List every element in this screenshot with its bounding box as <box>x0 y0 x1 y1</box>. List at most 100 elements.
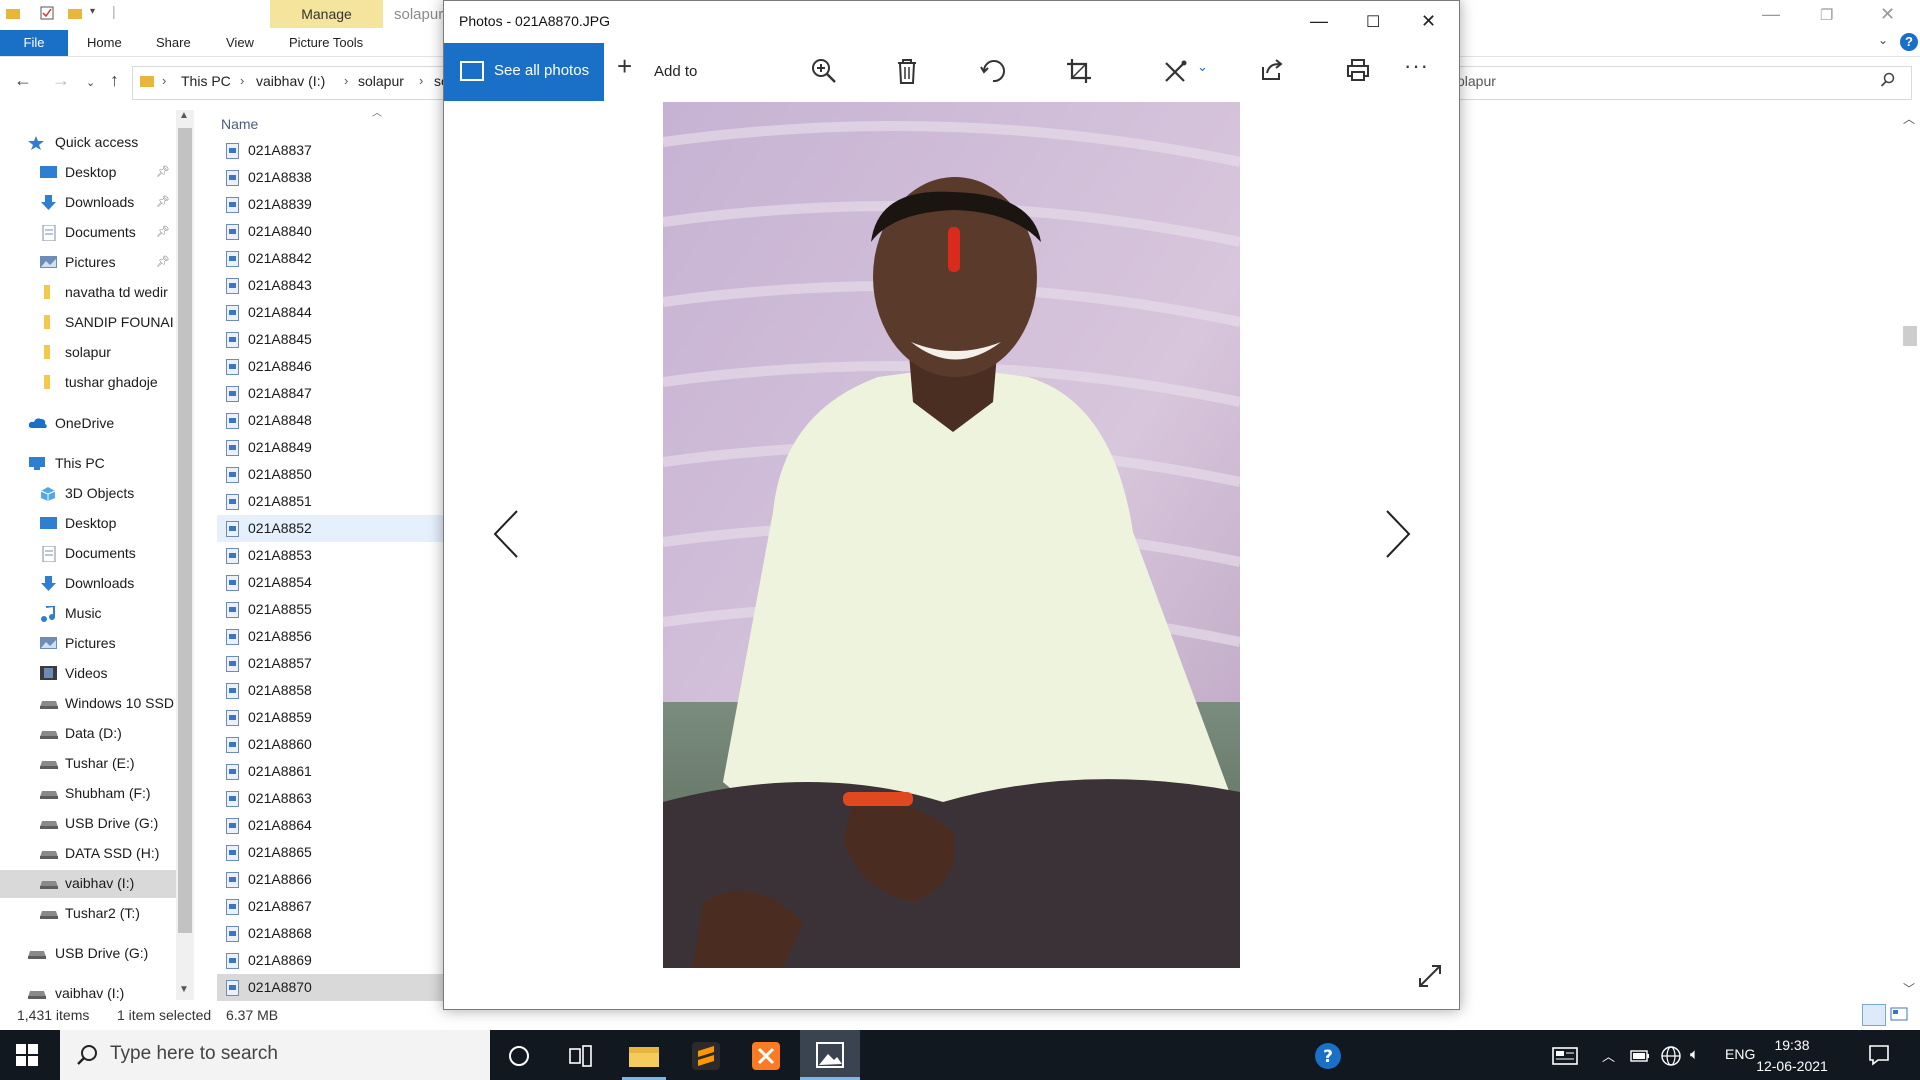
xampp-icon[interactable] <box>752 1042 780 1070</box>
nav-item[interactable]: Downloads <box>0 570 176 598</box>
file-row[interactable]: 021A8870 <box>217 974 443 1001</box>
add-to-button[interactable]: Add to <box>654 63 697 80</box>
delete-icon[interactable] <box>895 57 919 85</box>
file-row[interactable]: 021A8859 <box>217 704 443 731</box>
scroll-down-icon[interactable]: ▼ <box>179 984 189 995</box>
battery-icon[interactable] <box>1630 1049 1650 1063</box>
cortana-icon[interactable] <box>508 1045 530 1067</box>
edit-icon[interactable] <box>1162 57 1190 85</box>
print-icon[interactable] <box>1345 57 1371 83</box>
tab-share[interactable]: Share <box>156 35 191 50</box>
photo-viewer-image[interactable] <box>663 102 1240 968</box>
nav-item[interactable]: Music <box>0 600 176 628</box>
plus-icon[interactable]: + <box>617 51 632 82</box>
file-row[interactable]: 021A8865 <box>217 839 443 866</box>
breadcrumb-vaibhav[interactable]: vaibhav (I:) <box>256 73 325 89</box>
nav-item[interactable]: Desktop 📌︎ <box>0 159 176 187</box>
nav-item[interactable]: vaibhav (I:) <box>0 870 176 898</box>
tab-view[interactable]: View <box>226 35 254 50</box>
file-row[interactable]: 021A8867 <box>217 893 443 920</box>
nav-item[interactable]: Shubham (F:) <box>0 780 176 808</box>
minimize-icon[interactable]: — <box>1310 11 1328 32</box>
file-explorer-icon[interactable] <box>628 1043 660 1069</box>
up-arrow-icon[interactable]: ↑ <box>110 70 119 91</box>
nav-item[interactable]: navatha td wedir <box>0 279 176 307</box>
nav-item[interactable]: USB Drive (G:) <box>0 810 176 838</box>
chevron-down-icon[interactable]: ⌄ <box>1197 59 1208 75</box>
file-row[interactable]: 021A8845 <box>217 326 443 353</box>
file-row[interactable]: 021A8855 <box>217 596 443 623</box>
file-row[interactable]: 021A8866 <box>217 866 443 893</box>
nav-item[interactable]: vaibhav (I:) <box>0 980 176 1008</box>
breadcrumb-this-pc[interactable]: This PC <box>181 73 231 89</box>
nav-item[interactable]: Videos <box>0 660 176 688</box>
file-row[interactable]: 021A8846 <box>217 353 443 380</box>
content-scrollbar-thumb[interactable] <box>1903 326 1917 346</box>
file-row[interactable]: 021A8843 <box>217 272 443 299</box>
help-icon[interactable]: ? <box>1900 33 1918 51</box>
nav-item[interactable]: 3D Objects <box>0 480 176 508</box>
scroll-down-icon[interactable]: ﹀ <box>1903 980 1915 997</box>
get-help-icon[interactable]: ? <box>1314 1042 1342 1070</box>
tab-manage[interactable]: Manage <box>270 0 383 28</box>
nav-item[interactable]: USB Drive (G:) <box>0 940 176 968</box>
more-icon[interactable]: ··· <box>1404 53 1429 79</box>
nav-item[interactable]: Pictures <box>0 630 176 658</box>
close-icon[interactable]: ✕ <box>1880 4 1895 25</box>
file-row[interactable]: 021A8852 <box>217 515 443 542</box>
nav-item[interactable]: SANDIP FOUNAI <box>0 309 176 337</box>
file-row[interactable]: 021A8848 <box>217 407 443 434</box>
file-row[interactable]: 021A8839 <box>217 191 443 218</box>
file-row[interactable]: 021A8844 <box>217 299 443 326</box>
nav-item[interactable]: Tushar (E:) <box>0 750 176 778</box>
nav-item[interactable]: solapur <box>0 339 176 367</box>
file-row[interactable]: 021A8837 <box>217 137 443 164</box>
file-row[interactable]: 021A8838 <box>217 164 443 191</box>
nav-item[interactable]: Pictures 📌︎ <box>0 249 176 277</box>
large-icons-view-icon[interactable] <box>1890 1006 1908 1022</box>
nav-item[interactable]: Windows 10 SSD <box>0 690 176 718</box>
share-icon[interactable] <box>1259 57 1285 83</box>
back-arrow-icon[interactable]: ← <box>14 70 32 91</box>
file-row[interactable]: 021A8854 <box>217 569 443 596</box>
nav-item[interactable]: This PC <box>0 450 176 478</box>
nav-item[interactable]: Quick access <box>0 129 176 157</box>
chevron-down-icon[interactable]: ⌄ <box>1878 33 1888 47</box>
nav-item[interactable]: Downloads 📌︎ <box>0 189 176 217</box>
zoom-in-icon[interactable] <box>810 57 838 85</box>
properties-icon[interactable] <box>40 6 54 20</box>
nav-item[interactable]: Documents 📌︎ <box>0 219 176 247</box>
notifications-icon[interactable] <box>1868 1044 1890 1066</box>
file-row[interactable]: 021A8868 <box>217 920 443 947</box>
details-view-icon[interactable] <box>1862 1004 1886 1026</box>
nav-item[interactable]: Data (D:) <box>0 720 176 748</box>
search-icon[interactable] <box>1880 72 1896 88</box>
tab-home[interactable]: Home <box>87 35 122 50</box>
file-row[interactable]: 021A8850 <box>217 461 443 488</box>
file-row[interactable]: 021A8856 <box>217 623 443 650</box>
file-row[interactable]: 021A8840 <box>217 218 443 245</box>
breadcrumb-solapur[interactable]: solapur <box>358 73 404 89</box>
nav-item[interactable]: OneDrive <box>0 410 176 438</box>
customize-qat-icon[interactable]: ▾ <box>90 6 95 17</box>
previous-photo-icon[interactable] <box>492 509 520 559</box>
file-row[interactable]: 021A8860 <box>217 731 443 758</box>
rotate-icon[interactable] <box>979 57 1007 85</box>
file-row[interactable]: 021A8847 <box>217 380 443 407</box>
nav-item[interactable]: DATA SSD (H:) <box>0 840 176 868</box>
file-row[interactable]: 021A8863 <box>217 785 443 812</box>
file-row[interactable]: 021A8864 <box>217 812 443 839</box>
sublime-text-icon[interactable] <box>692 1042 720 1070</box>
fullscreen-icon[interactable] <box>1417 963 1443 989</box>
clock[interactable]: 19:38 12-06-2021 <box>1752 1035 1832 1077</box>
scroll-up-icon[interactable]: ▲ <box>179 110 189 121</box>
nav-item[interactable]: Documents <box>0 540 176 568</box>
scroll-up-icon[interactable]: ︿ <box>1903 110 1915 127</box>
file-row[interactable]: 021A8842 <box>217 245 443 272</box>
close-icon[interactable]: ✕ <box>1421 11 1436 32</box>
nav-scrollbar-thumb[interactable] <box>178 128 192 933</box>
nav-item[interactable]: tushar ghadoje <box>0 369 176 397</box>
file-row[interactable]: 021A8851 <box>217 488 443 515</box>
volume-icon[interactable]: 🔈︎ <box>1690 1046 1699 1063</box>
file-row[interactable]: 021A8858 <box>217 677 443 704</box>
